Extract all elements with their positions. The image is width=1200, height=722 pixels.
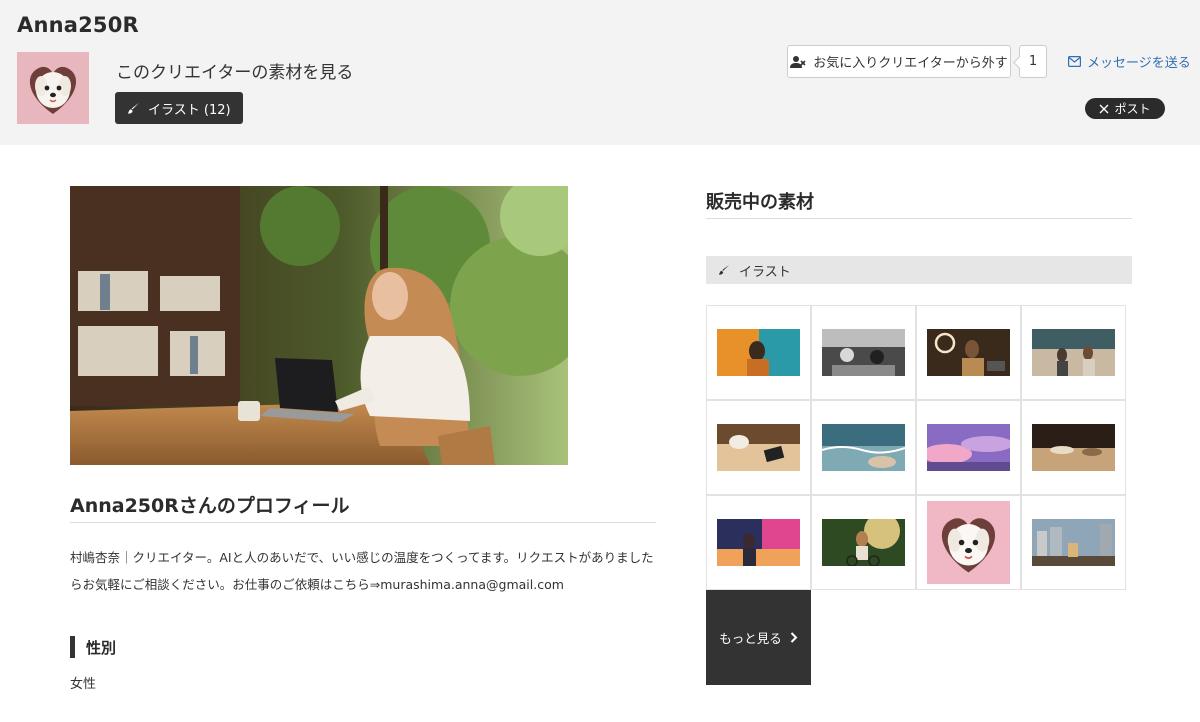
profile-divider [70,522,656,523]
material-thumb-6[interactable] [811,400,916,495]
profile-description: 村嶋杏奈｜クリエイター。AIと人のあいだで、いい感じの温度をつくってます。リクエ… [70,550,654,592]
thumb-pink-clouds [927,424,1010,471]
material-thumb-8[interactable] [1021,400,1126,495]
material-thumb-3[interactable] [916,305,1021,400]
material-thumb-10[interactable] [811,495,916,590]
materials-on-sale-title: 販売中の素材 [706,192,814,213]
remove-favorite-label: お気に入りクリエイターから外す [813,56,1008,71]
illust-category-button[interactable]: イラスト (12) [115,92,243,124]
gender-heading: 性別 [70,636,116,658]
thumb-kitchen-cooking [1032,424,1115,471]
material-thumb-12[interactable] [1021,495,1126,590]
thumb-man-orange-teal [717,329,800,376]
chevron-right-icon [790,632,798,643]
material-thumb-2[interactable] [811,305,916,400]
brush-icon [718,264,730,275]
creator-name: Anna250R [17,13,139,37]
profile-cover-image [70,186,568,465]
thumb-woman-ring-light [927,329,1010,376]
material-thumb-7[interactable] [916,400,1021,495]
send-message-label: メッセージを送る [1087,56,1191,71]
x-post-button[interactable]: ポスト [1085,98,1165,119]
thumb-beach-waves [822,424,905,471]
gender-value: 女性 [70,677,97,692]
user-remove-icon [790,55,806,68]
thumb-neon-city [717,519,800,566]
creator-header: Anna250R このクリエイターの素材を見る イラスト (12) お気に入りク… [0,0,1200,145]
profile-title: Anna250Rさんのプロフィール [70,495,350,517]
brush-icon [127,102,140,114]
x-post-label: ポスト [1114,102,1151,116]
material-thumb-5[interactable] [706,400,811,495]
envelope-icon [1068,56,1081,67]
thumb-dog-heart [927,501,1010,584]
thumb-cafe-monochrome [822,329,905,376]
thumb-coffee-phone [717,424,800,471]
material-thumb-1[interactable] [706,305,811,400]
category-label: イラスト [739,264,791,280]
x-logo-icon [1099,104,1109,113]
remove-favorite-button[interactable]: お気に入りクリエイターから外す [787,45,1011,78]
view-materials-heading: このクリエイターの素材を見る [116,63,354,83]
thumb-cyclist-forest [822,519,905,566]
thumb-balcony-city [1032,519,1115,566]
materials-divider [706,218,1132,219]
material-thumb-4[interactable] [1021,305,1126,400]
send-message-link[interactable]: メッセージを送る [1068,52,1191,71]
thumb-station-women [1032,329,1115,376]
category-header-illust: イラスト [706,256,1132,284]
favorite-count: 1 [1019,45,1047,78]
avatar[interactable] [17,52,89,124]
see-more-button[interactable]: もっと見る [706,590,811,685]
illust-button-label: イラスト (12) [148,102,231,118]
material-thumb-9[interactable] [706,495,811,590]
material-thumb-11[interactable] [916,495,1021,590]
see-more-label: もっと見る [719,631,782,646]
